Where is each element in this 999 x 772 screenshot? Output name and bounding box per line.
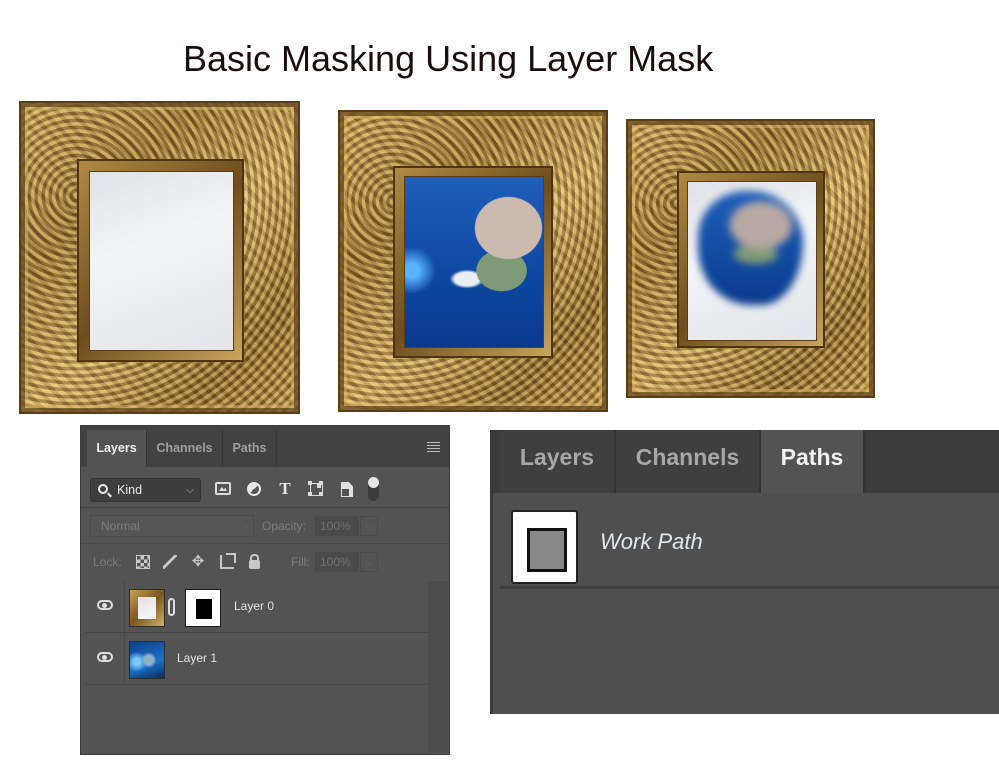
filter-row: Kind ⌵ T — [81, 467, 449, 508]
tab-paths[interactable]: Paths — [761, 430, 865, 493]
frame-with-masked-earth — [626, 119, 875, 398]
lock-position-icon[interactable]: ✥ — [191, 554, 205, 569]
layer-mask-thumbnail[interactable] — [185, 589, 221, 627]
visibility-cell — [85, 633, 125, 684]
masked-earth-image — [687, 181, 817, 341]
path-item-work-path[interactable]: Work Path — [500, 493, 999, 589]
fill-dropdown-button[interactable]: ⌵ — [360, 552, 378, 572]
filter-kind-select[interactable]: Kind ⌵ — [90, 478, 201, 502]
smart-object-filter-icon[interactable] — [341, 482, 353, 497]
soft-mask-reveal — [698, 191, 804, 306]
layer-name[interactable]: Layer 0 — [234, 599, 274, 613]
search-icon — [98, 484, 108, 494]
image-filter-icon[interactable] — [215, 482, 231, 495]
layers-panel-tabbar: Layers Channels Paths — [81, 426, 449, 467]
fill-input[interactable]: 100% — [315, 552, 359, 572]
lock-artboard-icon[interactable] — [220, 553, 236, 569]
filter-kind-label: Kind — [117, 483, 143, 497]
path-thumbnail[interactable] — [511, 510, 578, 584]
type-filter-icon[interactable]: T — [276, 480, 294, 498]
layer-thumbnail[interactable] — [129, 641, 165, 679]
tab-channels[interactable]: Channels — [616, 430, 761, 493]
visibility-cell — [85, 581, 125, 632]
shape-filter-icon[interactable] — [308, 481, 323, 496]
lock-all-icon[interactable] — [249, 554, 260, 569]
fill-label: Fill: — [291, 555, 310, 569]
opacity-dropdown-button[interactable]: ⌵ — [360, 516, 378, 536]
opacity-input[interactable]: 100% — [315, 516, 359, 536]
tab-channels[interactable]: Channels — [147, 430, 223, 467]
layer-row-layer-1[interactable]: Layer 1 — [85, 633, 428, 685]
visibility-eye-icon[interactable] — [97, 652, 113, 662]
earth-image — [404, 176, 544, 348]
layers-scrollbar[interactable] — [428, 581, 448, 753]
layer-thumbnail[interactable] — [129, 589, 165, 627]
frame-with-earth — [338, 110, 608, 412]
lock-transparent-pixels-icon[interactable] — [136, 555, 150, 569]
mask-link-icon[interactable] — [168, 598, 175, 616]
blend-row: Normal ⌵ Opacity: 100% ⌵ — [81, 508, 449, 544]
frame-with-mirror — [19, 101, 300, 414]
blend-mode-value: Normal — [101, 519, 140, 533]
tab-paths[interactable]: Paths — [223, 430, 277, 467]
opacity-label: Opacity: — [262, 519, 307, 533]
paths-panel: Layers Channels Paths Work Path — [490, 430, 999, 714]
layers-list: Layer 0 Layer 1 — [85, 581, 428, 751]
paths-panel-tabbar: Layers Channels Paths — [493, 430, 999, 493]
tab-layers[interactable]: Layers — [87, 430, 147, 467]
page-title: Basic Masking Using Layer Mask — [183, 38, 714, 79]
lock-image-pixels-icon[interactable] — [163, 555, 177, 569]
tab-layers[interactable]: Layers — [500, 430, 616, 493]
lock-row: Lock: ✥ Fill: 100% ⌵ — [81, 544, 449, 580]
layers-panel: Layers Channels Paths Kind ⌵ T Normal ⌵ … — [80, 425, 450, 755]
filter-toggle[interactable] — [368, 477, 379, 501]
adjustment-filter-icon[interactable] — [247, 482, 261, 496]
blend-mode-select[interactable]: Normal ⌵ — [90, 515, 254, 537]
layer-name[interactable]: Layer 1 — [177, 651, 217, 665]
visibility-eye-icon[interactable] — [97, 600, 113, 610]
layer-row-layer-0[interactable]: Layer 0 — [85, 581, 428, 633]
panel-menu-icon[interactable] — [427, 442, 440, 452]
chevron-down-icon: ⌵ — [241, 520, 249, 531]
lock-label: Lock: — [93, 555, 122, 569]
chevron-down-icon: ⌵ — [186, 485, 194, 496]
path-name[interactable]: Work Path — [600, 529, 703, 555]
mirror-image — [89, 171, 234, 351]
